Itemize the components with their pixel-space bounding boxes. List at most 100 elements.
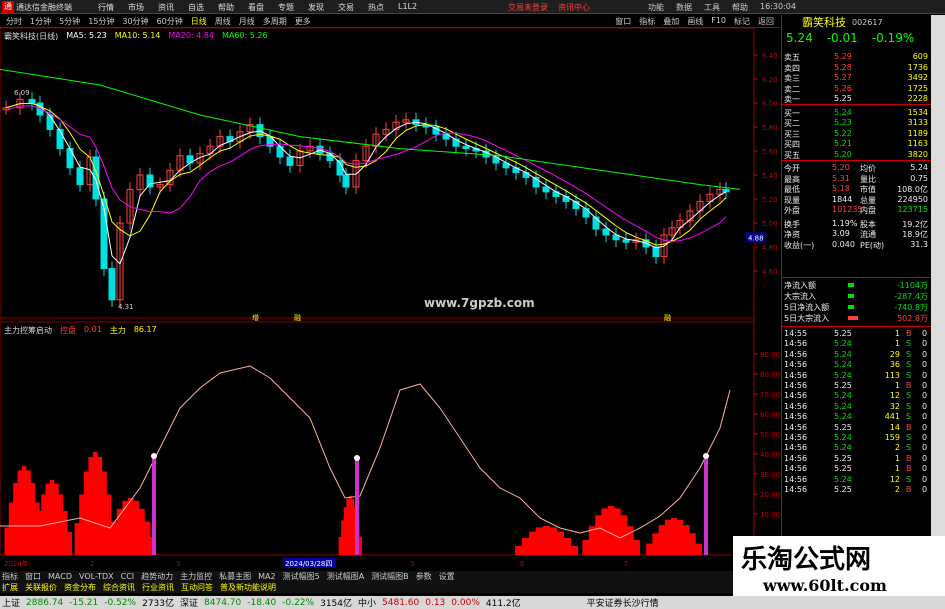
- trade-link[interactable]: 交易未登录: [508, 2, 548, 13]
- menu-item[interactable]: 帮助: [218, 2, 234, 13]
- indicator-tab[interactable]: 指标: [2, 571, 18, 582]
- top-right-item[interactable]: 功能: [648, 2, 664, 13]
- extension-tab[interactable]: 关联报价: [25, 582, 57, 593]
- period-tab[interactable]: 更多: [293, 16, 313, 27]
- orderbook-row[interactable]: 买五 5.20 3820: [782, 150, 932, 160]
- orderbook-row[interactable]: 卖四 5.28 1736: [782, 62, 932, 73]
- tick-row[interactable]: 14:56 5.24 1 S 0: [782, 339, 932, 348]
- tick-time: 14:56: [784, 349, 808, 359]
- sh-change: -15.21: [69, 597, 99, 608]
- tick-row[interactable]: 14:56 5.24 113 S 0: [782, 371, 932, 380]
- menu-item[interactable]: 看盘: [248, 2, 264, 13]
- trade-link[interactable]: 资讯中心: [558, 2, 590, 13]
- event-marker[interactable]: 增: [252, 313, 259, 322]
- extension-tab[interactable]: 行业资讯: [142, 582, 174, 593]
- period-tab[interactable]: 分时: [4, 16, 24, 27]
- orderbook-row[interactable]: 买四 5.21 1163: [782, 139, 932, 149]
- period-tab[interactable]: 1分钟: [28, 16, 53, 27]
- extension-tab[interactable]: 资金分布: [64, 582, 96, 593]
- indicator-tab[interactable]: 测试幅图5: [283, 571, 320, 582]
- period-tab[interactable]: 60分钟: [155, 16, 185, 27]
- menu-item[interactable]: 行情: [98, 2, 114, 13]
- tick-marker: 0: [922, 329, 928, 338]
- tick-row[interactable]: 14:56 5.24 29 S 0: [782, 350, 932, 359]
- toolbar-item[interactable]: F10: [711, 16, 726, 27]
- extension-tab[interactable]: 综合资讯: [103, 582, 135, 593]
- indicator-tab[interactable]: 设置: [439, 571, 455, 582]
- tick-row[interactable]: 14:56 5.25 14 B 0: [782, 423, 932, 432]
- period-tab[interactable]: 日线: [189, 16, 209, 27]
- right-scrollbar[interactable]: [931, 15, 945, 590]
- orderbook-row[interactable]: 卖一 5.25 2228: [782, 94, 932, 104]
- menu-item[interactable]: 热点: [368, 2, 384, 13]
- menu-item[interactable]: 市场: [128, 2, 144, 13]
- top-right-item[interactable]: 16:30:04: [760, 2, 796, 13]
- tick-row[interactable]: 14:56 5.24 441 S 0: [782, 412, 932, 421]
- top-right-item[interactable]: 数据: [676, 2, 692, 13]
- indicator-tab[interactable]: MA2: [258, 572, 275, 581]
- tick-row[interactable]: 14:56 5.25 1 B 0: [782, 381, 932, 390]
- event-marker[interactable]: 融: [294, 313, 301, 322]
- menu-item[interactable]: L1L2: [398, 2, 417, 13]
- indicator-tab[interactable]: VOL-TDX: [79, 572, 114, 581]
- tick-row[interactable]: 14:56 5.25 2 B 0: [782, 485, 932, 494]
- period-tab[interactable]: 月线: [237, 16, 257, 27]
- menu-item[interactable]: 发现: [308, 2, 324, 13]
- period-tab[interactable]: 30分钟: [120, 16, 150, 27]
- toolbar-item[interactable]: 窗口: [615, 16, 631, 27]
- tick-row[interactable]: 14:56 5.25 1 B 0: [782, 464, 932, 473]
- orderbook-row[interactable]: 卖三 5.27 3492: [782, 73, 932, 83]
- toolbar-item[interactable]: 标记: [734, 16, 750, 27]
- indicator-tab[interactable]: 测试幅图A: [327, 571, 364, 582]
- tick-side: S: [906, 433, 912, 442]
- tick-row[interactable]: 14:56 5.24 36 S 0: [782, 360, 932, 369]
- toolbar-item[interactable]: 叠加: [663, 16, 679, 27]
- flow-bar: [848, 305, 854, 309]
- orderbook-row[interactable]: 卖五 5.29 609: [782, 52, 932, 62]
- period-tab[interactable]: 5分钟: [57, 16, 82, 27]
- menu-item[interactable]: 自选: [188, 2, 204, 13]
- tick-row[interactable]: 14:56 5.24 12 S 0: [782, 391, 932, 400]
- period-tab[interactable]: 周线: [213, 16, 233, 27]
- extension-tab[interactable]: 扩展: [2, 582, 18, 593]
- orderbook-row[interactable]: 买三 5.22 1189: [782, 129, 932, 139]
- toolbar-item[interactable]: 指标: [639, 16, 655, 27]
- tick-marker: 0: [922, 453, 928, 463]
- top-right-item[interactable]: 帮助: [732, 2, 748, 13]
- period-tab[interactable]: 15分钟: [86, 16, 116, 27]
- menu-item[interactable]: 交易: [338, 2, 354, 13]
- tick-row[interactable]: 14:55 5.25 1 B 0: [782, 329, 932, 338]
- indicator-tab[interactable]: 窗口: [25, 571, 41, 582]
- tick-row[interactable]: 14:56 5.25 1 B 0: [782, 454, 932, 463]
- period-tab[interactable]: 多周期: [261, 16, 289, 27]
- indicator-tab[interactable]: CCI: [121, 572, 135, 581]
- orderbook-label: 买二: [784, 119, 800, 128]
- extension-tab[interactable]: 普及新功能说明: [220, 582, 276, 593]
- kline-chart[interactable]: 6.40 6.20 6.00 5.80 5.60 5.40 5.20 5.00 4.80 4.60…: [0, 28, 781, 571]
- indicator-tabs: 指标 窗口 MACD VOL-TDX CCI 趋势动力 主力监控 私募主图 MA2 测试幅图5 测试…: [0, 571, 780, 582]
- tick-row[interactable]: 14:56 5.24 159 S 0: [782, 433, 932, 442]
- menu-item[interactable]: 专题: [278, 2, 294, 13]
- toolbar-item[interactable]: 画线: [687, 16, 703, 27]
- tick-volume: 12: [889, 391, 900, 401]
- orderbook-row[interactable]: 买一 5.24 1534: [782, 108, 932, 118]
- stat-label: 股本: [860, 219, 876, 229]
- event-marker[interactable]: 融: [664, 313, 671, 322]
- orderbook-volume: 3492: [907, 73, 928, 82]
- menu-item[interactable]: 资讯: [158, 2, 174, 13]
- extension-tab[interactable]: 互动问答: [181, 582, 213, 593]
- top-right-item[interactable]: 工具: [704, 2, 720, 13]
- orderbook-volume: 1736: [907, 62, 928, 72]
- tick-row[interactable]: 14:56 5.24 32 S 0: [782, 402, 932, 411]
- indicator-tab[interactable]: 趋势动力: [141, 571, 173, 582]
- indicator-tab[interactable]: 参数: [416, 571, 432, 582]
- indicator-tab[interactable]: MACD: [48, 572, 72, 581]
- indicator-tab[interactable]: 主力监控: [180, 571, 212, 582]
- orderbook-row[interactable]: 卖二 5.26 1725: [782, 84, 932, 94]
- toolbar-item[interactable]: 返回: [758, 16, 774, 27]
- orderbook-row[interactable]: 买二 5.23 3133: [782, 118, 932, 128]
- tick-row[interactable]: 14:56 5.24 2 S 0: [782, 443, 932, 452]
- tick-row[interactable]: 14:56 5.24 12 S 0: [782, 475, 932, 484]
- indicator-tab[interactable]: 私募主图: [219, 571, 251, 582]
- indicator-tab[interactable]: 测试幅图B: [371, 571, 409, 582]
